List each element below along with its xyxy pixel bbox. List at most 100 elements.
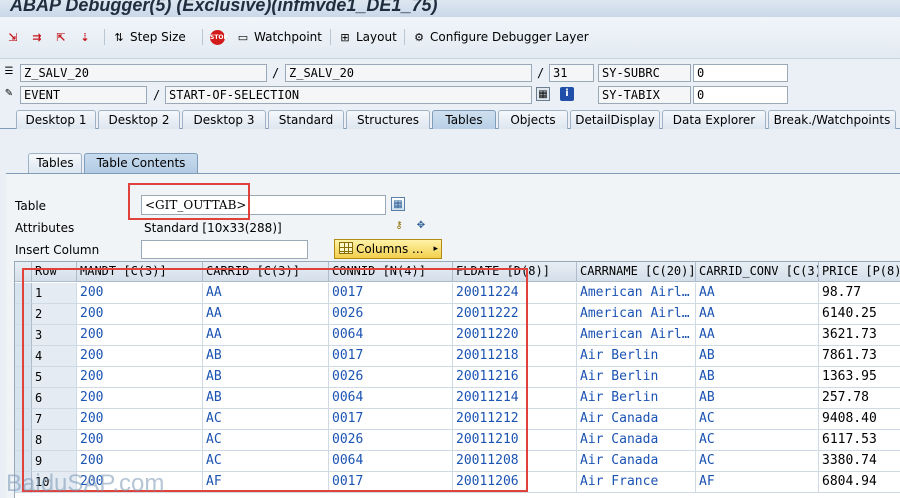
tab-objects[interactable]: Objects	[498, 110, 568, 129]
watchpoint-icon: ▭	[237, 30, 249, 44]
execute-icon[interactable]: ⇉	[30, 28, 48, 46]
subtab-tables[interactable]: Tables	[28, 153, 82, 173]
window-title: ABAP Debugger(5) (Exclusive)(infmvde1_DE…	[10, 0, 438, 15]
debugger-toolbar: ⇲ ⇉ ⇱ ⇣ ⇅ Step Size STOP ▭ Watchpoint ⊞ …	[0, 17, 900, 59]
grid-highlight	[22, 268, 528, 492]
program-icon: ☰	[4, 66, 14, 77]
cell-price[interactable]: 98.77	[819, 283, 900, 304]
cell-carrid-conv[interactable]: AB	[696, 346, 819, 367]
info-icon[interactable]: i	[560, 87, 574, 101]
cell-price[interactable]: 3380.74	[819, 451, 900, 472]
cell-carrname[interactable]: Air Berlin	[577, 346, 696, 367]
program-field: Z_SALV_20	[20, 64, 267, 82]
toolbar-separator	[330, 29, 331, 45]
cell-carrid-conv[interactable]: AA	[696, 304, 819, 325]
tab-standard[interactable]: Standard	[268, 110, 344, 129]
cell-price[interactable]: 1363.95	[819, 367, 900, 388]
columns-button-label: Columns ...	[356, 242, 424, 256]
toolbar-separator	[404, 29, 405, 45]
sy-tabix-label: SY-TABIX	[598, 86, 691, 104]
separator-slash: /	[153, 88, 161, 102]
toolbar-separator	[104, 29, 105, 45]
single-step-icon[interactable]: ⇲	[6, 28, 24, 46]
move-icon[interactable]: ✥	[414, 219, 428, 233]
insert-column-label: Insert Column	[15, 243, 100, 257]
cell-carrid-conv[interactable]: AA	[696, 283, 819, 304]
watchpoint-label: Watchpoint	[254, 30, 322, 44]
sy-subrc-label: SY-SUBRC	[598, 64, 691, 82]
return-icon[interactable]: ⇱	[54, 28, 72, 46]
step-size-label: Step Size	[130, 30, 186, 44]
toolbar-separator	[202, 29, 203, 45]
cell-price[interactable]: 6117.53	[819, 430, 900, 451]
cell-carrid-conv[interactable]: AB	[696, 388, 819, 409]
tab-tables[interactable]: Tables	[432, 110, 496, 129]
layout-label: Layout	[356, 30, 397, 44]
cell-price[interactable]: 6140.25	[819, 304, 900, 325]
cell-carrid-conv[interactable]: AA	[696, 325, 819, 346]
tab-desktop-2[interactable]: Desktop 2	[98, 110, 180, 129]
layout-icon: ⊞	[340, 30, 350, 44]
columns-grid-icon	[339, 242, 353, 254]
watermark: BaiduSAP.com	[6, 470, 165, 497]
desktop-tabs: Desktop 1 Desktop 2 Desktop 3 Standard S…	[0, 108, 900, 129]
subtab-table-contents[interactable]: Table Contents	[84, 153, 198, 173]
calendar-icon[interactable]: ▦	[536, 87, 550, 101]
include-field: Z_SALV_20	[285, 64, 532, 82]
table-label: Table	[15, 199, 47, 213]
cell-carrname[interactable]: American Airl…	[577, 325, 696, 346]
tab-desktop-1[interactable]: Desktop 1	[16, 110, 96, 129]
column-header-price[interactable]: PRICE [P(8) D	[819, 262, 900, 282]
cell-carrname[interactable]: Air Berlin	[577, 367, 696, 388]
columns-button[interactable]: Columns ... ▸	[334, 239, 442, 259]
attributes-value: Standard [10x33(288)]	[144, 221, 282, 235]
cell-carrname[interactable]: Air Berlin	[577, 388, 696, 409]
cell-price[interactable]: 6804.94	[819, 472, 900, 493]
layout-button[interactable]: ⊞ Layout	[338, 28, 397, 46]
cell-carrname[interactable]: American Airl…	[577, 283, 696, 304]
cell-price[interactable]: 257.78	[819, 388, 900, 409]
insert-column-input[interactable]	[141, 240, 308, 259]
watchpoint-button[interactable]: ▭ Watchpoint	[236, 28, 322, 46]
configure-icon: ⚙	[414, 30, 424, 44]
tab-detail-display[interactable]: DetailDisplay	[570, 110, 660, 129]
continue-icon[interactable]: ⇣	[78, 28, 96, 46]
tab-desktop-3[interactable]: Desktop 3	[182, 110, 266, 129]
sy-tabix-value[interactable]: 0	[693, 86, 788, 104]
column-header-carrname[interactable]: CARRNAME [C(20)]	[577, 262, 696, 282]
event-icon: ✎	[4, 88, 14, 99]
attributes-label: Attributes	[15, 221, 75, 235]
cell-carrid-conv[interactable]: AC	[696, 409, 819, 430]
cell-carrname[interactable]: Air Canada	[577, 430, 696, 451]
step-size-button[interactable]: ⇅ Step Size	[112, 28, 186, 46]
separator-slash: /	[537, 66, 545, 80]
separator-slash: /	[272, 66, 280, 80]
cell-carrname[interactable]: Air Canada	[577, 451, 696, 472]
cell-carrid-conv[interactable]: AC	[696, 451, 819, 472]
stop-button[interactable]: STOP	[210, 28, 229, 46]
cell-price[interactable]: 3621.73	[819, 325, 900, 346]
dropdown-arrow-icon: ▸	[433, 244, 438, 254]
cell-carrid-conv[interactable]: AF	[696, 472, 819, 493]
cell-carrname[interactable]: American Airl…	[577, 304, 696, 325]
sy-subrc-value[interactable]: 0	[693, 64, 788, 82]
key-icon[interactable]: ⚷	[392, 219, 406, 233]
window-title-bar: ABAP Debugger(5) (Exclusive)(infmvde1_DE…	[0, 0, 900, 17]
event-type-field: EVENT	[20, 86, 147, 104]
tab-break-watchpoints[interactable]: Break./Watchpoints	[768, 110, 896, 129]
event-name-field: START-OF-SELECTION	[165, 86, 532, 104]
stop-icon: STOP	[210, 29, 228, 45]
cell-carrname[interactable]: Air France	[577, 472, 696, 493]
table-name-highlight	[128, 183, 250, 220]
configure-label: Configure Debugger Layer	[430, 30, 589, 44]
tab-data-explorer[interactable]: Data Explorer	[662, 110, 766, 129]
cell-carrid-conv[interactable]: AC	[696, 430, 819, 451]
column-header-carrid-conv[interactable]: CARRID_CONV [C(3)]	[696, 262, 819, 282]
cell-carrid-conv[interactable]: AB	[696, 367, 819, 388]
tab-structures[interactable]: Structures	[346, 110, 430, 129]
table-grid-icon[interactable]: ▦	[391, 197, 405, 211]
cell-price[interactable]: 7861.73	[819, 346, 900, 367]
cell-carrname[interactable]: Air Canada	[577, 409, 696, 430]
configure-debugger-layer-button[interactable]: ⚙ Configure Debugger Layer	[412, 28, 589, 46]
cell-price[interactable]: 9408.40	[819, 409, 900, 430]
